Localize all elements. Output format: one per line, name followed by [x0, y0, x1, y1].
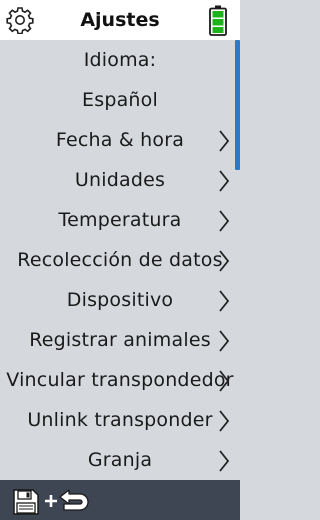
chevron-right-icon — [219, 290, 230, 312]
menu-item-label: Granja — [87, 449, 153, 471]
chevron-right-icon — [219, 330, 230, 352]
menu-item-temperature[interactable]: Temperatura — [0, 200, 240, 240]
undo-icon[interactable] — [58, 488, 92, 514]
menu-item-farm[interactable]: Granja — [0, 440, 240, 480]
menu-row-language-label: Idioma: — [0, 40, 240, 80]
settings-list: Idioma: Español Fecha & hora Unidades Te… — [0, 40, 240, 480]
menu-row-language-value[interactable]: Español — [0, 80, 240, 120]
menu-item-label: Unidades — [74, 169, 166, 191]
menu-item-register-animals[interactable]: Registrar animales — [0, 320, 240, 360]
chevron-right-icon — [219, 370, 230, 392]
menu-item-label: Temperatura — [58, 209, 182, 231]
menu-item-label: Recolección de datos — [17, 249, 223, 271]
plus-icon — [45, 495, 57, 507]
menu-item-label: Registrar animales — [29, 329, 211, 351]
page-title: Ajustes — [80, 9, 160, 31]
chevron-right-icon — [219, 450, 230, 472]
menu-item-label: Dispositivo — [66, 289, 174, 311]
menu-item-label: Unlink transponder — [27, 409, 213, 431]
battery-icon — [209, 5, 227, 36]
footer-bar — [0, 480, 240, 520]
header-bar: Ajustes — [0, 0, 240, 40]
menu-item-data-collection[interactable]: Recolección de datos — [0, 240, 240, 280]
save-icon[interactable] — [12, 488, 40, 516]
menu-item-label: Español — [82, 89, 158, 111]
chevron-right-icon — [219, 170, 230, 192]
menu-item-units[interactable]: Unidades — [0, 160, 240, 200]
chevron-right-icon — [219, 130, 230, 152]
chevron-right-icon — [219, 210, 230, 232]
scrollbar-thumb[interactable] — [235, 40, 240, 170]
menu-item-label: Idioma: — [83, 49, 157, 71]
menu-item-label: Vincular transpondedor — [6, 369, 234, 391]
menu-item-device[interactable]: Dispositivo — [0, 280, 240, 320]
menu-item-unlink-transponder[interactable]: Unlink transponder — [0, 400, 240, 440]
menu-item-link-transponder[interactable]: Vincular transpondedor — [0, 360, 240, 400]
menu-item-date-time[interactable]: Fecha & hora — [0, 120, 240, 160]
chevron-right-icon — [219, 410, 230, 432]
scrollbar[interactable] — [235, 40, 240, 480]
chevron-right-icon — [219, 250, 230, 272]
menu-item-label: Fecha & hora — [55, 129, 185, 151]
